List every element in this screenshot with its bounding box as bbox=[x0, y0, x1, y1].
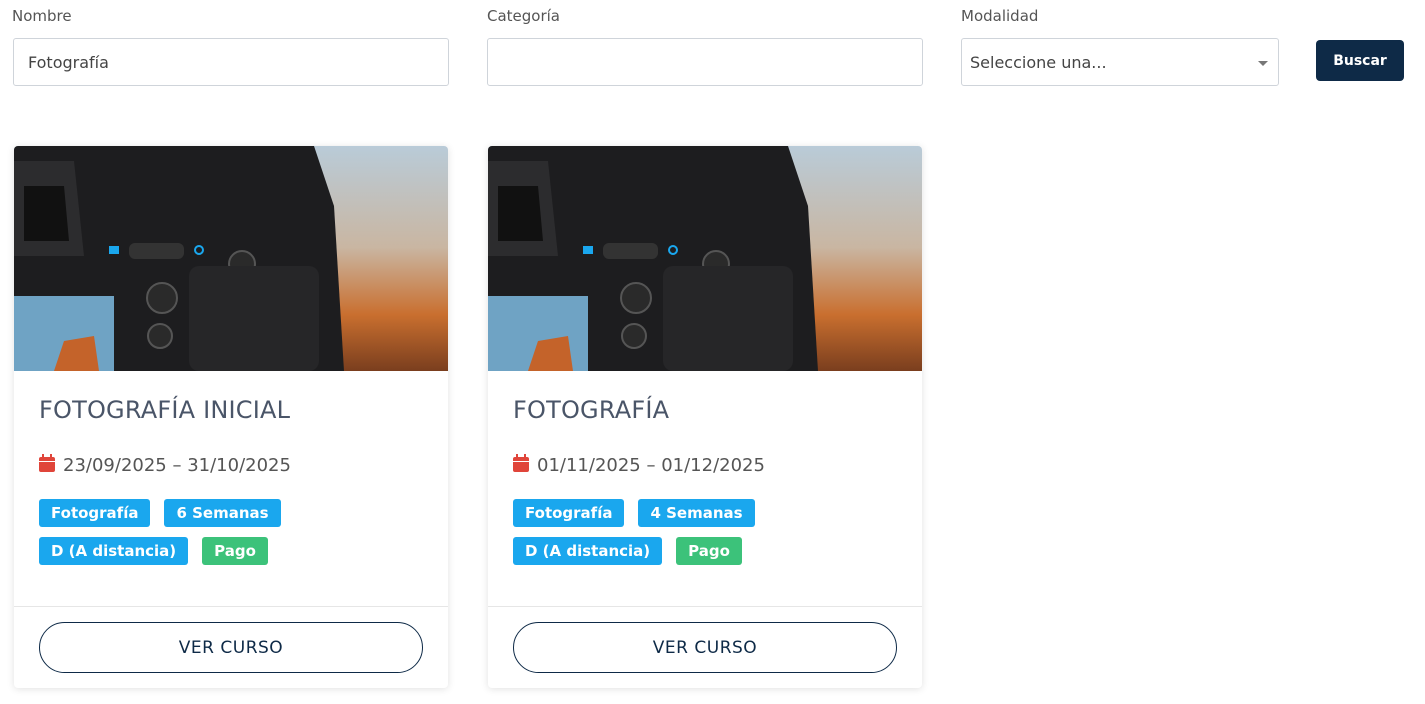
view-course-button[interactable]: VER CURSO bbox=[513, 622, 897, 673]
mode-badge: D (A distancia) bbox=[513, 537, 663, 565]
camera-photo bbox=[488, 146, 922, 371]
category-label: Categoría bbox=[487, 7, 561, 25]
price-badge: Pago bbox=[676, 537, 742, 565]
mode-select-value: Seleccione una... bbox=[970, 52, 1107, 72]
course-image bbox=[488, 146, 922, 371]
course-title: FOTOGRAFÍA bbox=[513, 396, 670, 424]
duration-badge: 6 Semanas bbox=[164, 499, 281, 527]
course-title: FOTOGRAFÍA INICIAL bbox=[39, 396, 291, 424]
course-dates: 01/11/2025 – 01/12/2025 bbox=[513, 454, 765, 477]
camera-photo bbox=[14, 146, 448, 371]
category-badge: Fotografía bbox=[513, 499, 625, 527]
category-badge: Fotografía bbox=[39, 499, 151, 527]
course-badges: Fotografía 4 Semanas D (A distancia) Pag… bbox=[513, 499, 903, 575]
course-card: FOTOGRAFÍA 01/11/2025 – 01/12/2025 Fotog… bbox=[488, 146, 922, 688]
course-badges: Fotografía 6 Semanas D (A distancia) Pag… bbox=[39, 499, 429, 575]
name-label: Nombre bbox=[12, 7, 72, 25]
course-dates-text: 01/11/2025 – 01/12/2025 bbox=[537, 455, 765, 476]
search-button[interactable]: Buscar bbox=[1316, 40, 1404, 81]
name-input-value: Fotografía bbox=[28, 52, 109, 72]
mode-badge: D (A distancia) bbox=[39, 537, 189, 565]
price-badge: Pago bbox=[202, 537, 268, 565]
name-input[interactable]: Fotografía bbox=[13, 38, 449, 86]
search-filters: Nombre Fotografía Categoría Modalidad Se… bbox=[0, 0, 1425, 100]
calendar-icon bbox=[39, 454, 55, 477]
course-dates: 23/09/2025 – 31/10/2025 bbox=[39, 454, 291, 477]
caret-down-icon bbox=[1258, 61, 1268, 66]
card-divider bbox=[488, 606, 922, 607]
course-card: FOTOGRAFÍA INICIAL 23/09/2025 – 31/10/20… bbox=[14, 146, 448, 688]
course-image bbox=[14, 146, 448, 371]
course-dates-text: 23/09/2025 – 31/10/2025 bbox=[63, 455, 291, 476]
category-input[interactable] bbox=[487, 38, 923, 86]
duration-badge: 4 Semanas bbox=[638, 499, 755, 527]
card-divider bbox=[14, 606, 448, 607]
view-course-button[interactable]: VER CURSO bbox=[39, 622, 423, 673]
mode-label: Modalidad bbox=[961, 7, 1039, 25]
mode-select[interactable]: Seleccione una... bbox=[961, 38, 1279, 86]
calendar-icon bbox=[513, 454, 529, 477]
